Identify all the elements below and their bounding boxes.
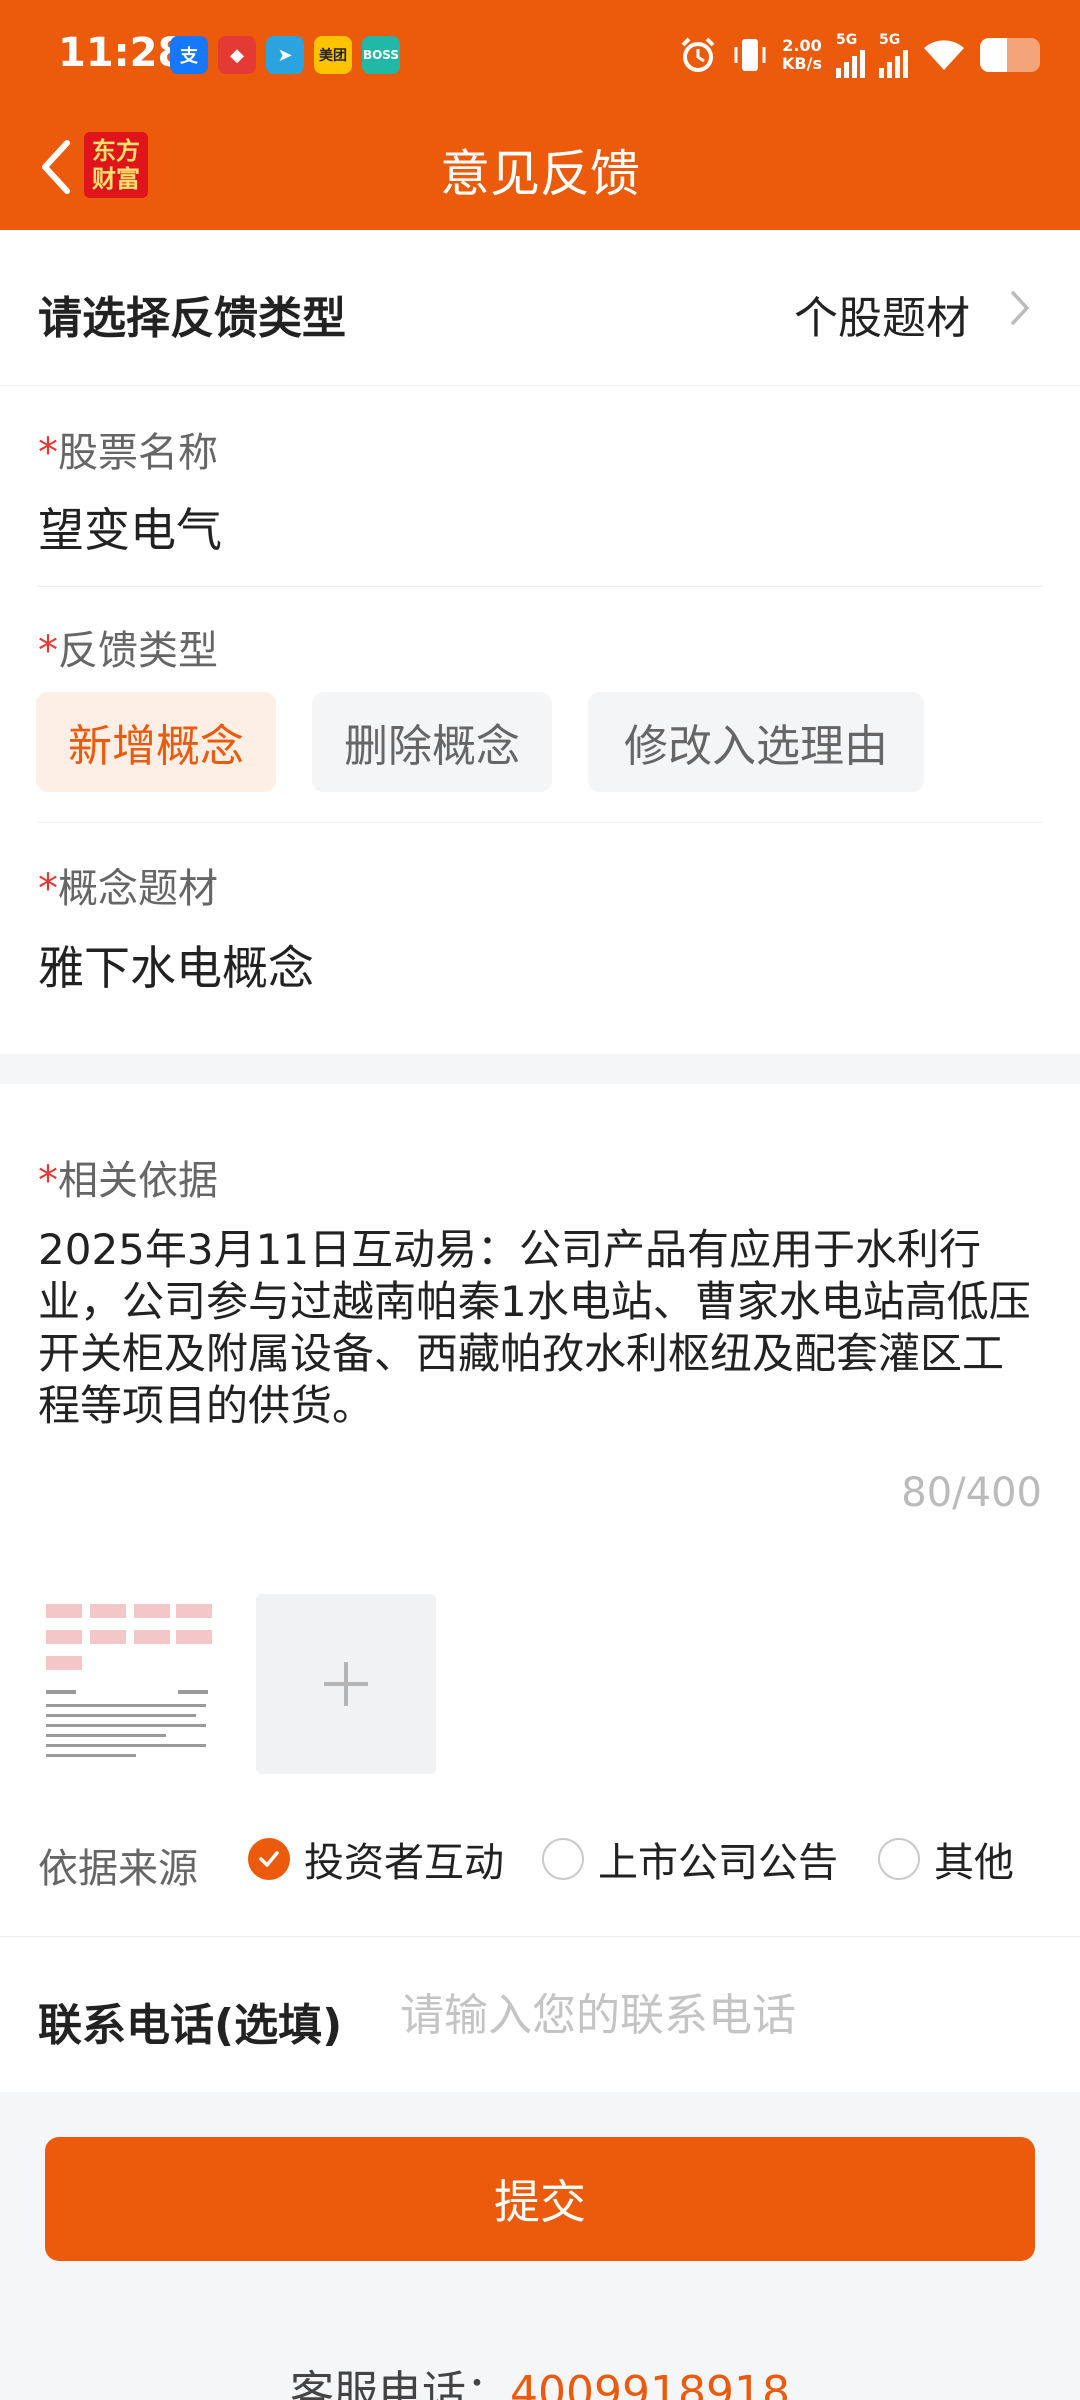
meituan-icon: 美团 — [314, 36, 352, 74]
chip-delete-concept[interactable]: 删除概念 — [312, 692, 552, 792]
status-time: 11:28 — [58, 30, 186, 76]
checked-radio-icon — [248, 1838, 290, 1880]
stock-name-label: *股票名称 — [38, 430, 218, 476]
contact-phone-input[interactable] — [400, 1977, 1040, 2053]
stock-name-value[interactable]: 望变电气 — [38, 494, 222, 560]
concept-value[interactable]: 雅下水电概念 — [38, 932, 314, 998]
feedback-category-row[interactable]: 请选择反馈类型 个股题材 — [0, 230, 1080, 386]
divider — [38, 822, 1042, 823]
source-radio-other[interactable]: 其他 — [878, 1830, 1014, 1888]
source-radio-announcement[interactable]: 上市公司公告 — [542, 1830, 838, 1888]
top-bar: 11:28 支 ◆ ➤ 美团 BOSS 2.00 KB/s 5G 5G 东方 财… — [0, 0, 1080, 230]
signal-icon — [836, 48, 865, 78]
chevron-right-icon — [1011, 291, 1030, 325]
plus-icon — [324, 1662, 368, 1706]
unchecked-radio-icon — [542, 1838, 584, 1880]
screenshot-thumbnail-image — [38, 1594, 218, 1774]
attachment-thumbnail[interactable] — [38, 1594, 218, 1774]
network-speed: 2.00 KB/s — [782, 36, 822, 73]
header: 东方 财富 意见反馈 — [0, 110, 1080, 230]
system-status: 2.00 KB/s 5G 5G — [678, 32, 1040, 78]
feedback-category-label: 请选择反馈类型 — [38, 293, 346, 344]
customer-service-number[interactable]: 4009918918 — [510, 2367, 790, 2400]
basis-textarea[interactable]: 2025年3月11日互动易：公司产品有应用于水利行业，公司参与过越南帕秦1水电站… — [38, 1224, 1042, 1432]
customer-service: 客服电话：4009918918 — [0, 2356, 1080, 2400]
chip-modify-reason[interactable]: 修改入选理由 — [588, 692, 924, 792]
chip-add-concept[interactable]: 新增概念 — [36, 692, 276, 792]
vibrate-icon — [734, 39, 766, 71]
status-bar: 11:28 支 ◆ ➤ 美团 BOSS 2.00 KB/s 5G 5G — [0, 0, 1080, 110]
feedback-category-value: 个股题材 — [794, 293, 970, 344]
source-label: 依据来源 — [38, 1846, 198, 1892]
char-counter: 80/400 — [901, 1470, 1042, 1516]
unchecked-radio-icon — [878, 1838, 920, 1880]
sim1-signal: 5G — [836, 32, 865, 78]
feedback-form: *股票名称 望变电气 *反馈类型 新增概念 删除概念 修改入选理由 *概念题材 … — [0, 386, 1080, 1054]
add-image-button[interactable] — [256, 1594, 436, 1774]
concept-label: *概念题材 — [38, 866, 218, 912]
sim2-signal: 5G — [879, 32, 908, 78]
source-radio-investor[interactable]: 投资者互动 — [248, 1830, 504, 1888]
boss-icon: BOSS — [362, 36, 400, 74]
submit-button[interactable]: 提交 — [45, 2137, 1035, 2261]
signal-icon — [879, 48, 908, 78]
basis-label: *相关依据 — [38, 1158, 218, 1204]
basis-section: *相关依据 2025年3月11日互动易：公司产品有应用于水利行业，公司参与过越南… — [0, 1084, 1080, 1936]
alarm-icon — [681, 37, 715, 72]
divider — [38, 586, 1042, 587]
telegram-icon: ➤ — [266, 36, 304, 74]
alipay-icon: 支 — [170, 36, 208, 74]
notification-icons: 支 ◆ ➤ 美团 BOSS — [170, 36, 400, 74]
contact-phone-label: 联系电话(选填) — [38, 2000, 343, 2051]
battery-icon — [980, 38, 1040, 72]
wifi-icon — [924, 40, 964, 70]
feedback-type-label: *反馈类型 — [38, 628, 218, 674]
app-red-icon: ◆ — [218, 36, 256, 74]
contact-phone-row: 联系电话(选填) — [0, 1936, 1080, 2092]
page-title: 意见反馈 — [440, 145, 640, 203]
